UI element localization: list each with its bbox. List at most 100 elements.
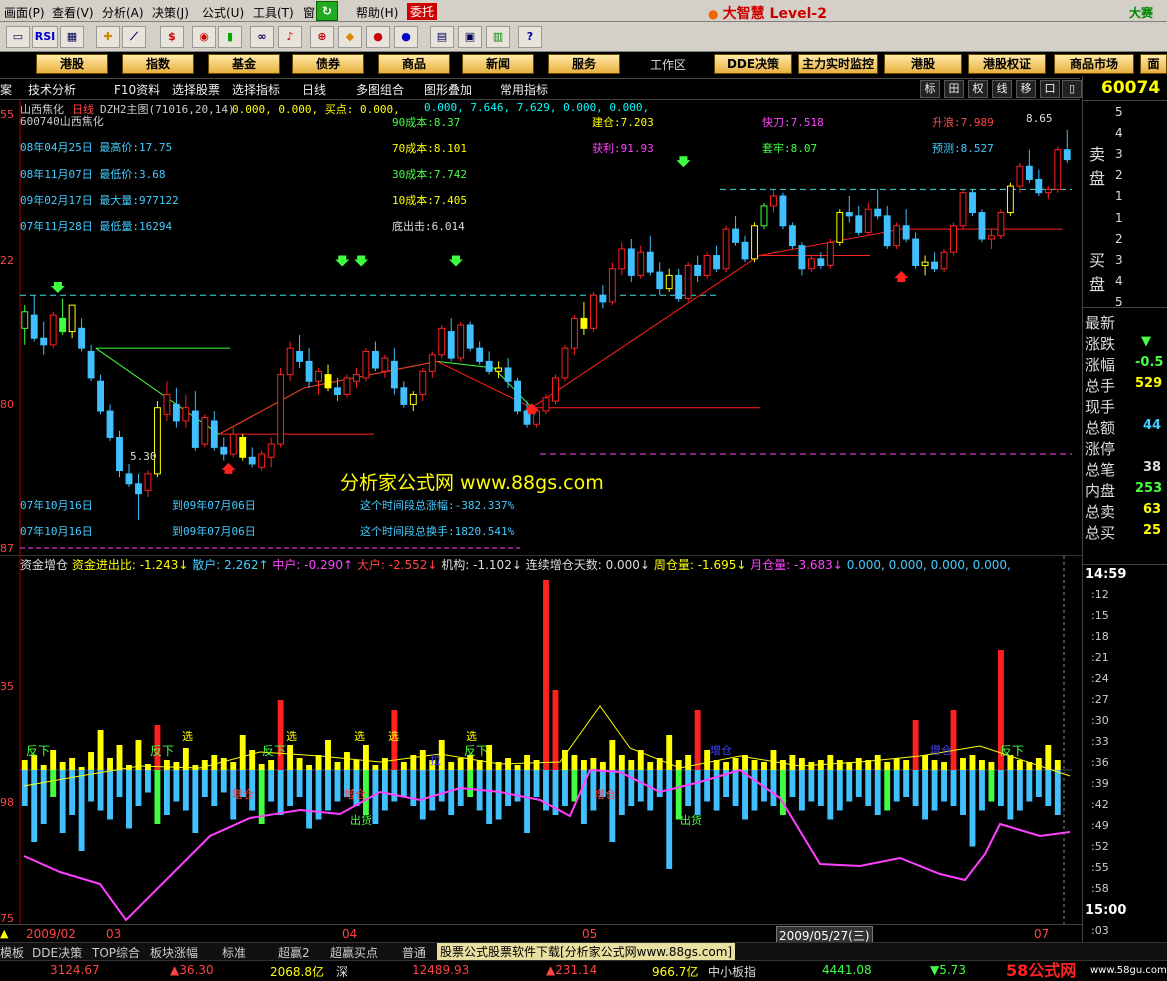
sell-arrow-icon	[448, 255, 463, 267]
main-kline-chart[interactable]: 山西焦化 日线 DZH2主图(71016,20,14) 0.000, 0.000…	[0, 100, 1082, 556]
tab-top[interactable]: TOP综合	[92, 944, 140, 961]
ruler-icon[interactable]: ⟋	[122, 26, 146, 48]
tab-standard[interactable]: 标准	[222, 944, 246, 961]
subbar-tech-analysis[interactable]: 技术分析	[28, 81, 76, 98]
flow-bar-negative	[154, 770, 161, 824]
buy-arrow-icon	[894, 271, 909, 282]
reverse-tag: 反下	[464, 744, 489, 758]
subbar-case[interactable]: 案	[0, 81, 12, 98]
candle-body	[1054, 149, 1062, 190]
candle-body	[210, 420, 218, 448]
flow-bar-positive	[457, 758, 464, 770]
tab-template[interactable]: 模板	[0, 944, 24, 961]
nav-hk-button[interactable]: 港股	[36, 54, 108, 74]
sell-level: 2	[1115, 168, 1123, 182]
books-icon[interactable]: ▥	[486, 26, 510, 48]
tab-normal[interactable]: 普通	[402, 944, 426, 961]
indicator-name: DZH2主图(71016,20,14)	[100, 103, 235, 116]
monitor-icon[interactable]: ▭	[6, 26, 30, 48]
menu-item-tools[interactable]: 工具(T)	[253, 4, 294, 21]
subbar-overlay[interactable]: 图形叠加	[424, 81, 472, 98]
help-icon[interactable]: ?	[518, 26, 542, 48]
contest-link[interactable]: 大赛	[1129, 4, 1153, 21]
signal-icon[interactable]: ◉	[192, 26, 216, 48]
nav-news-button[interactable]: 新闻	[462, 54, 534, 74]
stat-value: 25	[1143, 523, 1162, 538]
flag-alt-icon[interactable]: ●	[394, 26, 418, 48]
menu-item-view[interactable]: 查看(V)	[52, 4, 94, 21]
bars-icon[interactable]: ▮	[218, 26, 242, 48]
subbar-daily[interactable]: 日线	[302, 81, 326, 98]
flow-bar-negative	[865, 770, 872, 806]
flow-bar-negative	[220, 770, 227, 793]
menu-item-screen[interactable]: 画面(P)	[4, 4, 45, 21]
flow-bar-positive	[362, 745, 369, 770]
tab-sector[interactable]: 板块涨幅	[150, 944, 198, 961]
window-icon[interactable]: ▣	[458, 26, 482, 48]
flow-bar-positive	[220, 758, 227, 770]
dollar-icon[interactable]: $	[160, 26, 184, 48]
nav-more-button[interactable]: 面	[1140, 54, 1167, 74]
grid-toggle[interactable]: 田	[944, 80, 964, 98]
rsi-icon[interactable]: RSI	[32, 26, 58, 48]
nav-commodity-button[interactable]: 商品	[378, 54, 450, 74]
flag-icon[interactable]: ●	[366, 26, 390, 48]
bell-icon[interactable]: ♪	[278, 26, 302, 48]
binoculars-icon[interactable]: ∞	[250, 26, 274, 48]
menu-item-window[interactable]: 窗	[303, 4, 315, 21]
subbar-select-indicator[interactable]: 选择指标	[232, 81, 280, 98]
nav-hkstock-button[interactable]: 港股	[884, 54, 962, 74]
flow-bar-negative	[732, 770, 739, 806]
scroll-toggle[interactable]: ▯	[1062, 80, 1082, 98]
menu-item-help[interactable]: 帮助(H)	[356, 4, 398, 21]
flow-bar-negative	[808, 770, 815, 802]
candle-body	[428, 354, 436, 372]
mark-toggle[interactable]: 标	[920, 80, 940, 98]
flow-bar-positive	[988, 762, 995, 770]
flow-bar-positive	[647, 762, 654, 770]
flow-bar-positive	[599, 762, 606, 770]
subbar-f10[interactable]: F10资料	[114, 81, 160, 98]
nav-dde-button[interactable]: DDE决策	[714, 54, 792, 74]
low-mark: 5.30	[130, 450, 157, 463]
entrust-button[interactable]: 委托	[407, 3, 438, 20]
notepad-icon[interactable]: ▤	[430, 26, 454, 48]
info-tail: 0.000, 7.646, 7.629, 0.000, 0.000,	[424, 101, 650, 114]
candle-body	[855, 215, 863, 233]
capital-flow-chart[interactable]: 资金增仓 资金进出比: -1.243↓ 散户: 2.262↑ 中户: -0.29…	[0, 556, 1082, 925]
candle-body	[201, 417, 209, 445]
tick-time: :42	[1091, 798, 1109, 811]
tab-super2[interactable]: 超赢2	[278, 944, 310, 961]
move-toggle[interactable]: 移	[1016, 80, 1036, 98]
crosshair-icon[interactable]: ✚	[96, 26, 120, 48]
nav-hkwarrant-button[interactable]: 港股权证	[968, 54, 1046, 74]
rights-toggle[interactable]: 权	[968, 80, 988, 98]
increase-tag: 增仓	[710, 744, 732, 757]
menu-item-formula[interactable]: 公式(U)	[202, 4, 244, 21]
flow-bar-negative	[1054, 770, 1061, 815]
tab-super-buy[interactable]: 超赢买点	[330, 944, 378, 961]
tab-dde[interactable]: DDE决策	[32, 944, 82, 961]
nav-index-button[interactable]: 指数	[122, 54, 194, 74]
reverse-tag: 反下	[1000, 744, 1025, 758]
subbar-multi-chart[interactable]: 多图组合	[356, 81, 404, 98]
nav-service-button[interactable]: 服务	[548, 54, 620, 74]
subbar-common-indicator[interactable]: 常用指标	[500, 81, 548, 98]
nav-market-button[interactable]: 商品市场	[1054, 54, 1134, 74]
candle-body	[1044, 188, 1052, 194]
nav-bond-button[interactable]: 债券	[292, 54, 364, 74]
menu-item-analysis[interactable]: 分析(A)	[102, 4, 144, 21]
diamond-icon[interactable]: ◆	[338, 26, 362, 48]
line-toggle[interactable]: 线	[992, 80, 1012, 98]
refresh-icon[interactable]: ↻	[316, 1, 338, 21]
nav-fund-button[interactable]: 基金	[208, 54, 280, 74]
grid-icon[interactable]: ▦	[60, 26, 84, 48]
download-banner[interactable]: 股票公式股票软件下载[分析家公式网www.88gs.com]	[437, 943, 736, 960]
subbar-select-stock[interactable]: 选择股票	[172, 81, 220, 98]
candle-body	[258, 453, 266, 468]
window-toggle[interactable]: 口	[1040, 80, 1060, 98]
nav-monitor-button[interactable]: 主力实时监控	[798, 54, 878, 74]
sme-change: ▼5.73	[930, 963, 966, 977]
menu-item-decision[interactable]: 决策(J)	[152, 4, 189, 21]
target-icon[interactable]: ⊕	[310, 26, 334, 48]
